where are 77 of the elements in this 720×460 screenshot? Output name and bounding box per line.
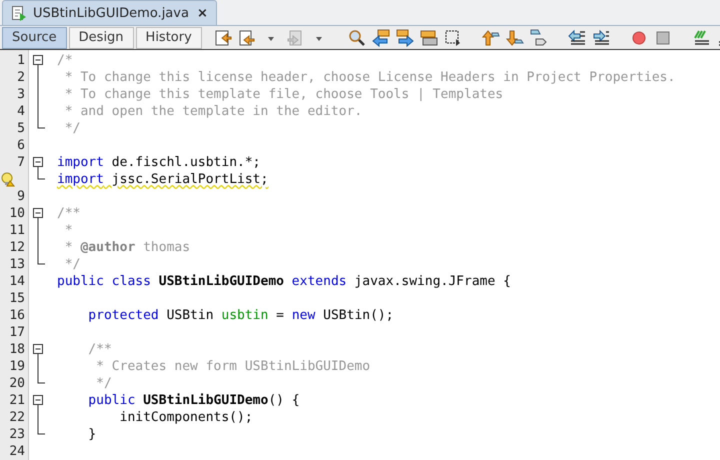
comment-icon[interactable] [692,28,710,46]
code-line: initComponents(); [118,410,253,425]
line-number: 19 [9,359,25,374]
file-tab[interactable]: USBtinLibGUIDemo.java × [2,0,217,25]
view-tab[interactable]: Source [2,26,67,48]
line-number: 9 [17,189,25,204]
find-next-icon[interactable] [396,28,414,46]
code-line: */ [64,257,80,272]
line-number: 6 [17,138,25,153]
line-number: 12 [9,240,25,255]
shift-up-icon[interactable] [482,28,500,46]
code-line: } [87,427,96,442]
fold-line [37,358,39,375]
code-line: */ [64,121,80,136]
line-number: 14 [9,274,25,289]
fold-collapse-icon[interactable] [33,52,45,69]
fold-collapse-icon[interactable] [33,205,45,222]
line-number: 22 [9,410,25,425]
record-icon[interactable] [630,28,648,46]
line-number: 5 [17,121,25,136]
code-line: * To change this template file, choose Tools | Templates [64,87,504,102]
back-icon[interactable] [238,28,256,46]
line-number: 21 [9,393,25,408]
code-line: import jssc.SerialPortList; [57,172,268,187]
lightbulb-icon[interactable] [1,172,15,187]
code-line: public USBtinLibGUIDemo() { [87,393,300,408]
line-number: 20 [9,376,25,391]
code-line: * Creates new form USBtinLibGUIDemo [95,359,370,374]
code-line: */ [95,376,112,391]
find-previous-icon[interactable] [372,28,390,46]
shift-right-icon[interactable] [592,28,610,46]
file-name: USBtinLibGUIDemo.java [33,6,189,20]
view-tab[interactable]: Design [68,26,134,48]
line-number: 18 [9,342,25,357]
line-number: 15 [9,291,25,306]
line-number: 3 [17,87,25,102]
fold-line [37,409,39,426]
fold-end-line [37,171,45,180]
fold-end-line [37,426,45,435]
shift-left-icon[interactable] [568,28,586,46]
bookmark-icon[interactable] [530,28,548,46]
line-number: 17 [9,325,25,340]
java-file-icon [11,5,27,21]
line-number: 1 [17,53,25,68]
code-line: /* [57,53,73,68]
search-icon[interactable] [348,28,366,46]
line-number: 16 [9,308,25,323]
selection-icon[interactable] [444,28,462,46]
close-tab-button[interactable]: × [194,6,210,20]
code-line: * and open the template in the editor. [64,104,362,119]
fold-end-line [37,120,45,129]
fold-collapse-icon[interactable] [33,154,45,171]
shift-down-icon[interactable] [506,28,524,46]
toggle-highlight-icon[interactable] [420,28,438,46]
code-line: public class USBtinLibGUIDemo extends javax.swing.JFrame { [57,274,511,289]
line-number: 11 [9,223,25,238]
fold-collapse-icon[interactable] [33,392,45,409]
code-line: protected USBtin usbtin = new USBtin(); [87,308,394,323]
fold-collapse-icon[interactable] [33,341,45,358]
line-number: 24 [9,444,25,459]
code-line: * To change this license header, choose License Headers in Project Properties. [64,70,676,85]
view-tab[interactable]: History [136,26,202,48]
code-line: import de.fischl.usbtin.*; [57,155,261,170]
line-number: 7 [17,155,25,170]
last-edit-icon[interactable] [214,28,232,46]
code-line: /** [87,342,112,357]
code-line: /** [57,206,80,221]
line-number: 13 [9,257,25,272]
line-number: 2 [17,70,25,85]
line-number: 23 [9,427,25,442]
line-number: 4 [17,104,25,119]
line-number: 10 [9,206,25,221]
code-line: * @author thomas [64,240,190,255]
stop-icon[interactable] [654,28,672,46]
code-line: * [64,223,73,238]
fold-end-line [37,256,45,265]
fold-end-line [37,375,45,384]
